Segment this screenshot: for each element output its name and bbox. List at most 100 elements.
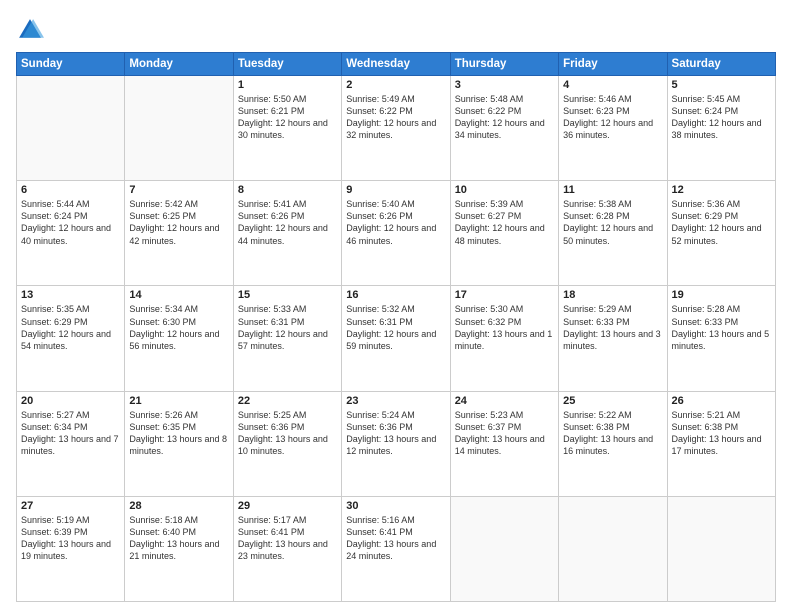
- day-number: 20: [21, 395, 120, 407]
- calendar-cell: 24 Sunrise: 5:23 AM Sunset: 6:37 PM Dayli…: [450, 391, 558, 496]
- day-number: 19: [672, 289, 771, 301]
- calendar-cell: 4 Sunrise: 5:46 AM Sunset: 6:23 PM Daylig…: [559, 76, 667, 181]
- day-number: 25: [563, 395, 662, 407]
- day-info: Sunrise: 5:49 AM Sunset: 6:22 PM Dayligh…: [346, 93, 445, 142]
- calendar-week-row: 13 Sunrise: 5:35 AM Sunset: 6:29 PM Dayli…: [17, 286, 776, 391]
- weekday-header: Sunday: [17, 53, 125, 76]
- weekday-header: Monday: [125, 53, 233, 76]
- day-info: Sunrise: 5:26 AM Sunset: 6:35 PM Dayligh…: [129, 409, 228, 458]
- calendar-week-row: 20 Sunrise: 5:27 AM Sunset: 6:34 PM Dayli…: [17, 391, 776, 496]
- day-number: 26: [672, 395, 771, 407]
- day-info: Sunrise: 5:41 AM Sunset: 6:26 PM Dayligh…: [238, 198, 337, 247]
- logo-icon: [16, 16, 44, 44]
- day-info: Sunrise: 5:36 AM Sunset: 6:29 PM Dayligh…: [672, 198, 771, 247]
- calendar-cell: [667, 496, 775, 601]
- calendar-cell: 25 Sunrise: 5:22 AM Sunset: 6:38 PM Dayli…: [559, 391, 667, 496]
- day-number: 9: [346, 184, 445, 196]
- day-info: Sunrise: 5:32 AM Sunset: 6:31 PM Dayligh…: [346, 303, 445, 352]
- header: [16, 16, 776, 44]
- day-info: Sunrise: 5:18 AM Sunset: 6:40 PM Dayligh…: [129, 514, 228, 563]
- logo: [16, 16, 48, 44]
- calendar-cell: 2 Sunrise: 5:49 AM Sunset: 6:22 PM Daylig…: [342, 76, 450, 181]
- weekday-header: Tuesday: [233, 53, 341, 76]
- day-number: 13: [21, 289, 120, 301]
- calendar-cell: [450, 496, 558, 601]
- day-info: Sunrise: 5:40 AM Sunset: 6:26 PM Dayligh…: [346, 198, 445, 247]
- day-info: Sunrise: 5:44 AM Sunset: 6:24 PM Dayligh…: [21, 198, 120, 247]
- day-info: Sunrise: 5:16 AM Sunset: 6:41 PM Dayligh…: [346, 514, 445, 563]
- calendar-cell: 14Sunrise: 5:34 AM Sunset: 6:30 PM Dayli…: [125, 286, 233, 391]
- weekday-header: Wednesday: [342, 53, 450, 76]
- calendar-cell: 20 Sunrise: 5:27 AM Sunset: 6:34 PM Dayli…: [17, 391, 125, 496]
- day-info: Sunrise: 5:33 AM Sunset: 6:31 PM Dayligh…: [238, 303, 337, 352]
- day-info: Sunrise: 5:28 AM Sunset: 6:33 PM Dayligh…: [672, 303, 771, 352]
- calendar-cell: 26 Sunrise: 5:21 AM Sunset: 6:38 PM Dayli…: [667, 391, 775, 496]
- day-number: 30: [346, 500, 445, 512]
- day-number: 27: [21, 500, 120, 512]
- day-number: 10: [455, 184, 554, 196]
- day-number: 17: [455, 289, 554, 301]
- day-number: 16: [346, 289, 445, 301]
- calendar-cell: 16 Sunrise: 5:32 AM Sunset: 6:31 PM Dayli…: [342, 286, 450, 391]
- day-info: Sunrise: 5:38 AM Sunset: 6:28 PM Dayligh…: [563, 198, 662, 247]
- day-number: 24: [455, 395, 554, 407]
- day-info: Sunrise: 5:23 AM Sunset: 6:37 PM Dayligh…: [455, 409, 554, 458]
- day-info: Sunrise: 5:50 AM Sunset: 6:21 PM Dayligh…: [238, 93, 337, 142]
- day-info: Sunrise: 5:45 AM Sunset: 6:24 PM Dayligh…: [672, 93, 771, 142]
- calendar-cell: [125, 76, 233, 181]
- day-info: Sunrise: 5:29 AM Sunset: 6:33 PM Dayligh…: [563, 303, 662, 352]
- calendar-cell: 30 Sunrise: 5:16 AM Sunset: 6:41 PM Dayli…: [342, 496, 450, 601]
- day-number: 28: [129, 500, 228, 512]
- calendar-cell: 7Sunrise: 5:42 AM Sunset: 6:25 PM Daylig…: [125, 181, 233, 286]
- calendar-cell: 21Sunrise: 5:26 AM Sunset: 6:35 PM Dayli…: [125, 391, 233, 496]
- day-info: Sunrise: 5:35 AM Sunset: 6:29 PM Dayligh…: [21, 303, 120, 352]
- day-info: Sunrise: 5:21 AM Sunset: 6:38 PM Dayligh…: [672, 409, 771, 458]
- day-number: 7: [129, 184, 228, 196]
- calendar-cell: 27 Sunrise: 5:19 AM Sunset: 6:39 PM Dayli…: [17, 496, 125, 601]
- calendar-cell: 18 Sunrise: 5:29 AM Sunset: 6:33 PM Dayli…: [559, 286, 667, 391]
- day-number: 23: [346, 395, 445, 407]
- calendar-cell: 11 Sunrise: 5:38 AM Sunset: 6:28 PM Dayli…: [559, 181, 667, 286]
- day-number: 2: [346, 79, 445, 91]
- calendar-cell: 3Sunrise: 5:48 AM Sunset: 6:22 PM Daylig…: [450, 76, 558, 181]
- calendar-week-row: 6 Sunrise: 5:44 AM Sunset: 6:24 PM Daylig…: [17, 181, 776, 286]
- day-number: 22: [238, 395, 337, 407]
- day-number: 29: [238, 500, 337, 512]
- day-info: Sunrise: 5:19 AM Sunset: 6:39 PM Dayligh…: [21, 514, 120, 563]
- day-number: 3: [455, 79, 554, 91]
- day-info: Sunrise: 5:30 AM Sunset: 6:32 PM Dayligh…: [455, 303, 554, 352]
- day-number: 1: [238, 79, 337, 91]
- day-number: 14: [129, 289, 228, 301]
- day-number: 18: [563, 289, 662, 301]
- day-number: 6: [21, 184, 120, 196]
- weekday-header: Saturday: [667, 53, 775, 76]
- calendar-cell: 9 Sunrise: 5:40 AM Sunset: 6:26 PM Daylig…: [342, 181, 450, 286]
- day-info: Sunrise: 5:25 AM Sunset: 6:36 PM Dayligh…: [238, 409, 337, 458]
- day-info: Sunrise: 5:39 AM Sunset: 6:27 PM Dayligh…: [455, 198, 554, 247]
- calendar-table: SundayMondayTuesdayWednesdayThursdayFrid…: [16, 52, 776, 602]
- day-number: 12: [672, 184, 771, 196]
- weekday-header: Friday: [559, 53, 667, 76]
- day-number: 11: [563, 184, 662, 196]
- weekday-header: Thursday: [450, 53, 558, 76]
- calendar-week-row: 27 Sunrise: 5:19 AM Sunset: 6:39 PM Dayli…: [17, 496, 776, 601]
- weekday-header-row: SundayMondayTuesdayWednesdayThursdayFrid…: [17, 53, 776, 76]
- calendar-cell: [559, 496, 667, 601]
- day-number: 15: [238, 289, 337, 301]
- day-info: Sunrise: 5:24 AM Sunset: 6:36 PM Dayligh…: [346, 409, 445, 458]
- calendar-cell: [17, 76, 125, 181]
- day-number: 5: [672, 79, 771, 91]
- day-info: Sunrise: 5:46 AM Sunset: 6:23 PM Dayligh…: [563, 93, 662, 142]
- day-info: Sunrise: 5:22 AM Sunset: 6:38 PM Dayligh…: [563, 409, 662, 458]
- calendar-cell: 6 Sunrise: 5:44 AM Sunset: 6:24 PM Daylig…: [17, 181, 125, 286]
- calendar-cell: 12 Sunrise: 5:36 AM Sunset: 6:29 PM Dayli…: [667, 181, 775, 286]
- calendar-cell: 10 Sunrise: 5:39 AM Sunset: 6:27 PM Dayli…: [450, 181, 558, 286]
- day-info: Sunrise: 5:27 AM Sunset: 6:34 PM Dayligh…: [21, 409, 120, 458]
- calendar-cell: 28 Sunrise: 5:18 AM Sunset: 6:40 PM Dayli…: [125, 496, 233, 601]
- calendar-cell: 15 Sunrise: 5:33 AM Sunset: 6:31 PM Dayli…: [233, 286, 341, 391]
- calendar-cell: 8Sunrise: 5:41 AM Sunset: 6:26 PM Daylig…: [233, 181, 341, 286]
- day-number: 4: [563, 79, 662, 91]
- calendar-cell: 5 Sunrise: 5:45 AM Sunset: 6:24 PM Daylig…: [667, 76, 775, 181]
- calendar-cell: 23 Sunrise: 5:24 AM Sunset: 6:36 PM Dayli…: [342, 391, 450, 496]
- calendar-cell: 29Sunrise: 5:17 AM Sunset: 6:41 PM Dayli…: [233, 496, 341, 601]
